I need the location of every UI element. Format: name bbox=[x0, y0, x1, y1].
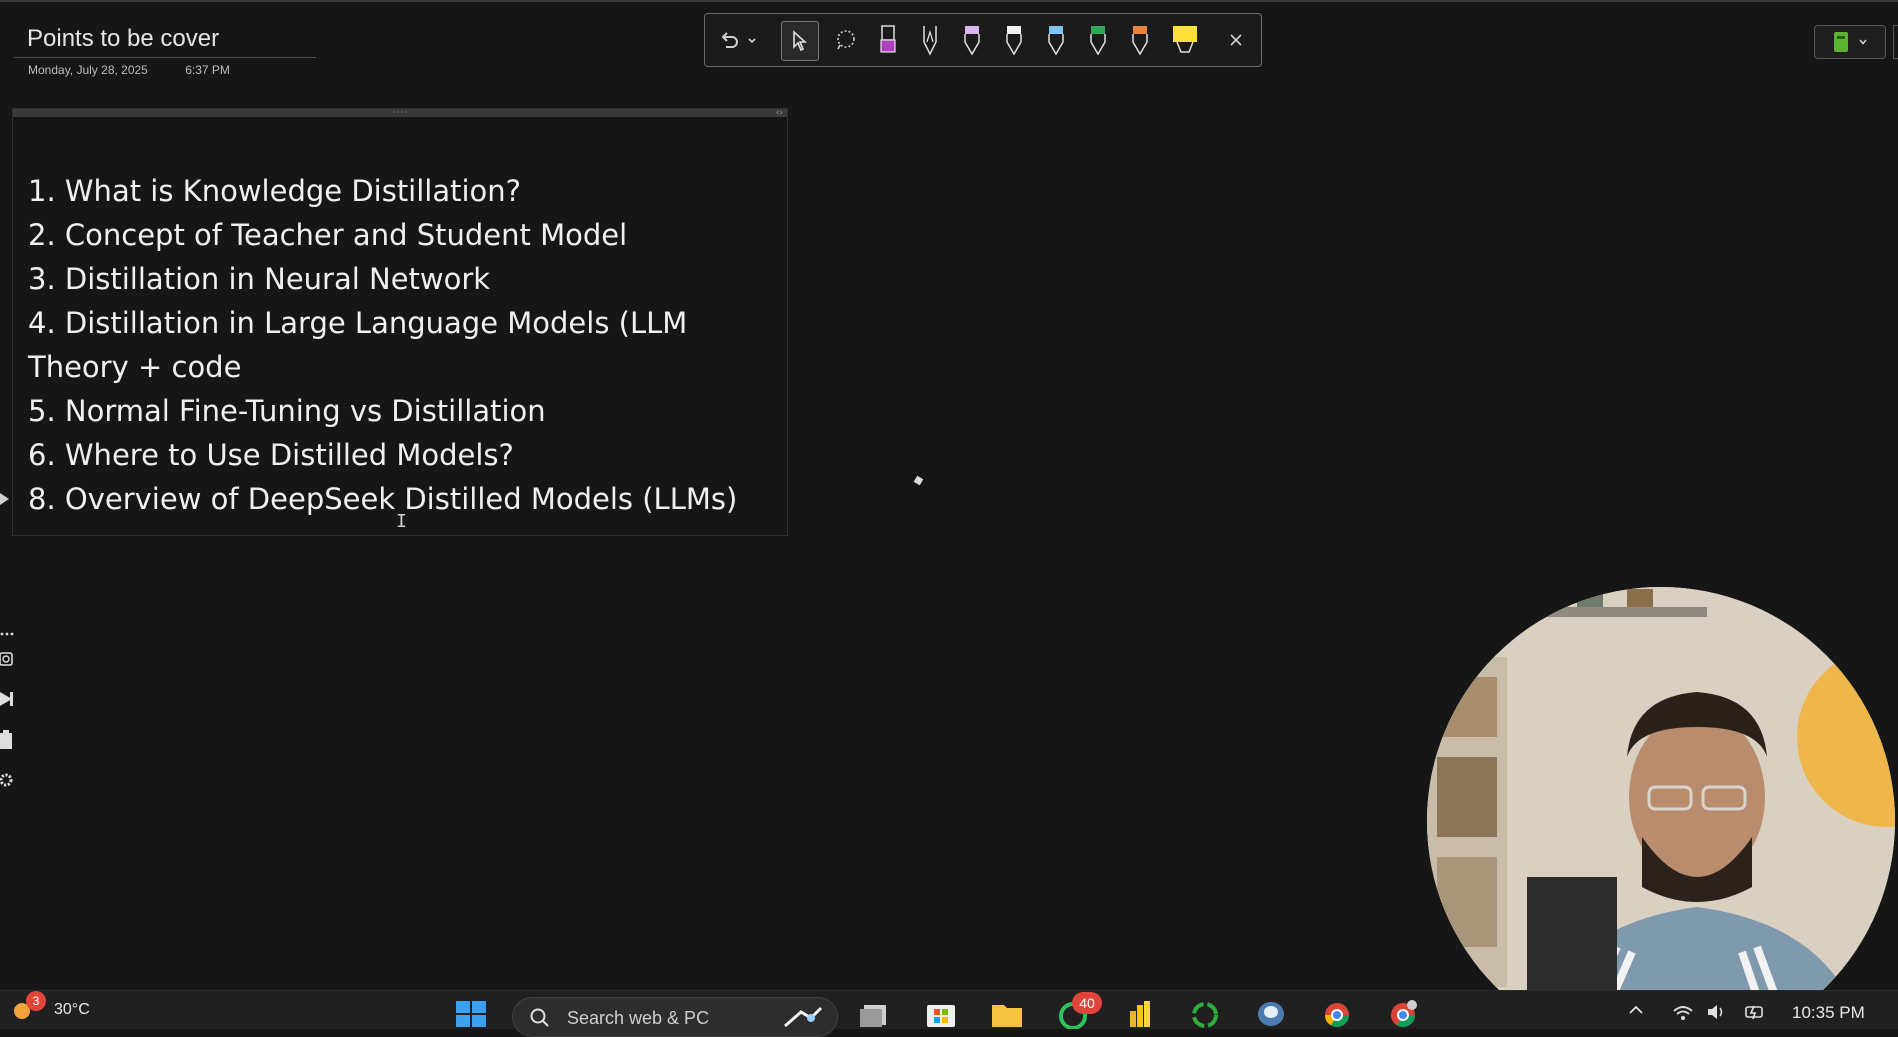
chrome-icon[interactable] bbox=[1320, 999, 1354, 1029]
weather-temperature[interactable]: 30°C bbox=[54, 1001, 90, 1019]
sync-app-icon[interactable] bbox=[1188, 999, 1222, 1029]
microsoft-store-icon[interactable] bbox=[924, 999, 958, 1029]
webcam-overlay bbox=[1427, 587, 1895, 990]
volume-icon[interactable] bbox=[1706, 1003, 1728, 1021]
task-view-icon[interactable] bbox=[858, 999, 892, 1029]
taskbar: 3 30°C Search web & PC 40 10:35 PM bbox=[0, 990, 1898, 1037]
power-bi-icon[interactable] bbox=[1122, 999, 1156, 1029]
wifi-icon[interactable] bbox=[1672, 1003, 1694, 1021]
taskbar-search[interactable]: Search web & PC bbox=[512, 997, 838, 1037]
whatsapp-badge: 40 bbox=[1072, 992, 1102, 1014]
postgresql-icon[interactable] bbox=[1254, 999, 1288, 1029]
webcam-feed-image bbox=[1427, 587, 1895, 990]
battery-charging-icon[interactable] bbox=[1744, 1003, 1766, 1021]
chevron-up-icon[interactable] bbox=[1628, 1003, 1644, 1017]
webcam-clip bbox=[0, 0, 1898, 990]
weather-badge: 3 bbox=[26, 991, 46, 1011]
search-icon bbox=[530, 1008, 549, 1027]
file-explorer-icon[interactable] bbox=[990, 999, 1024, 1029]
windows-start-icon[interactable] bbox=[454, 999, 488, 1029]
search-placeholder: Search web & PC bbox=[567, 1008, 710, 1028]
chrome-profile-icon[interactable] bbox=[1386, 999, 1420, 1029]
taskbar-clock[interactable]: 10:35 PM bbox=[1792, 1003, 1865, 1023]
